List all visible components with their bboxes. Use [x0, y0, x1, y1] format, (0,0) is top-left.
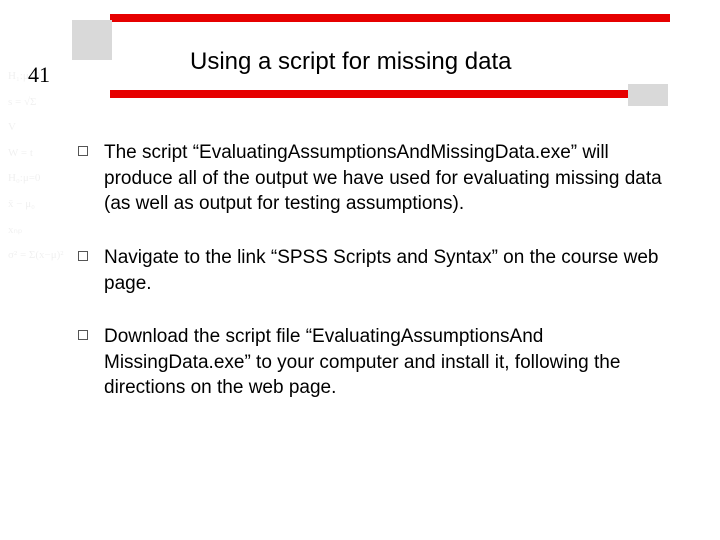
bullet-text: Download the script file “EvaluatingAssu… — [104, 324, 678, 401]
bullet-icon — [78, 146, 88, 156]
slide-title: Using a script for missing data — [190, 48, 511, 76]
header-gray-box — [72, 20, 112, 60]
bullet-text: The script “EvaluatingAssumptionsAndMiss… — [104, 140, 678, 217]
slide-number: 41 — [28, 62, 50, 88]
title-underline-red — [110, 90, 630, 98]
title-underline-gray — [628, 84, 668, 106]
bullet-text: Navigate to the link “SPSS Scripts and S… — [104, 245, 678, 296]
list-item: Download the script file “EvaluatingAssu… — [78, 324, 678, 401]
content-area: The script “EvaluatingAssumptionsAndMiss… — [78, 140, 678, 429]
list-item: The script “EvaluatingAssumptionsAndMiss… — [78, 140, 678, 217]
header-red-bar — [110, 14, 670, 22]
list-item: Navigate to the link “SPSS Scripts and S… — [78, 245, 678, 296]
bullet-icon — [78, 251, 88, 261]
background-watermark: H₁:μ<0 s = √Σ V W = t H₀:μ=0 x̄ − μ₀ xₙₚ… — [8, 60, 78, 480]
bullet-icon — [78, 330, 88, 340]
